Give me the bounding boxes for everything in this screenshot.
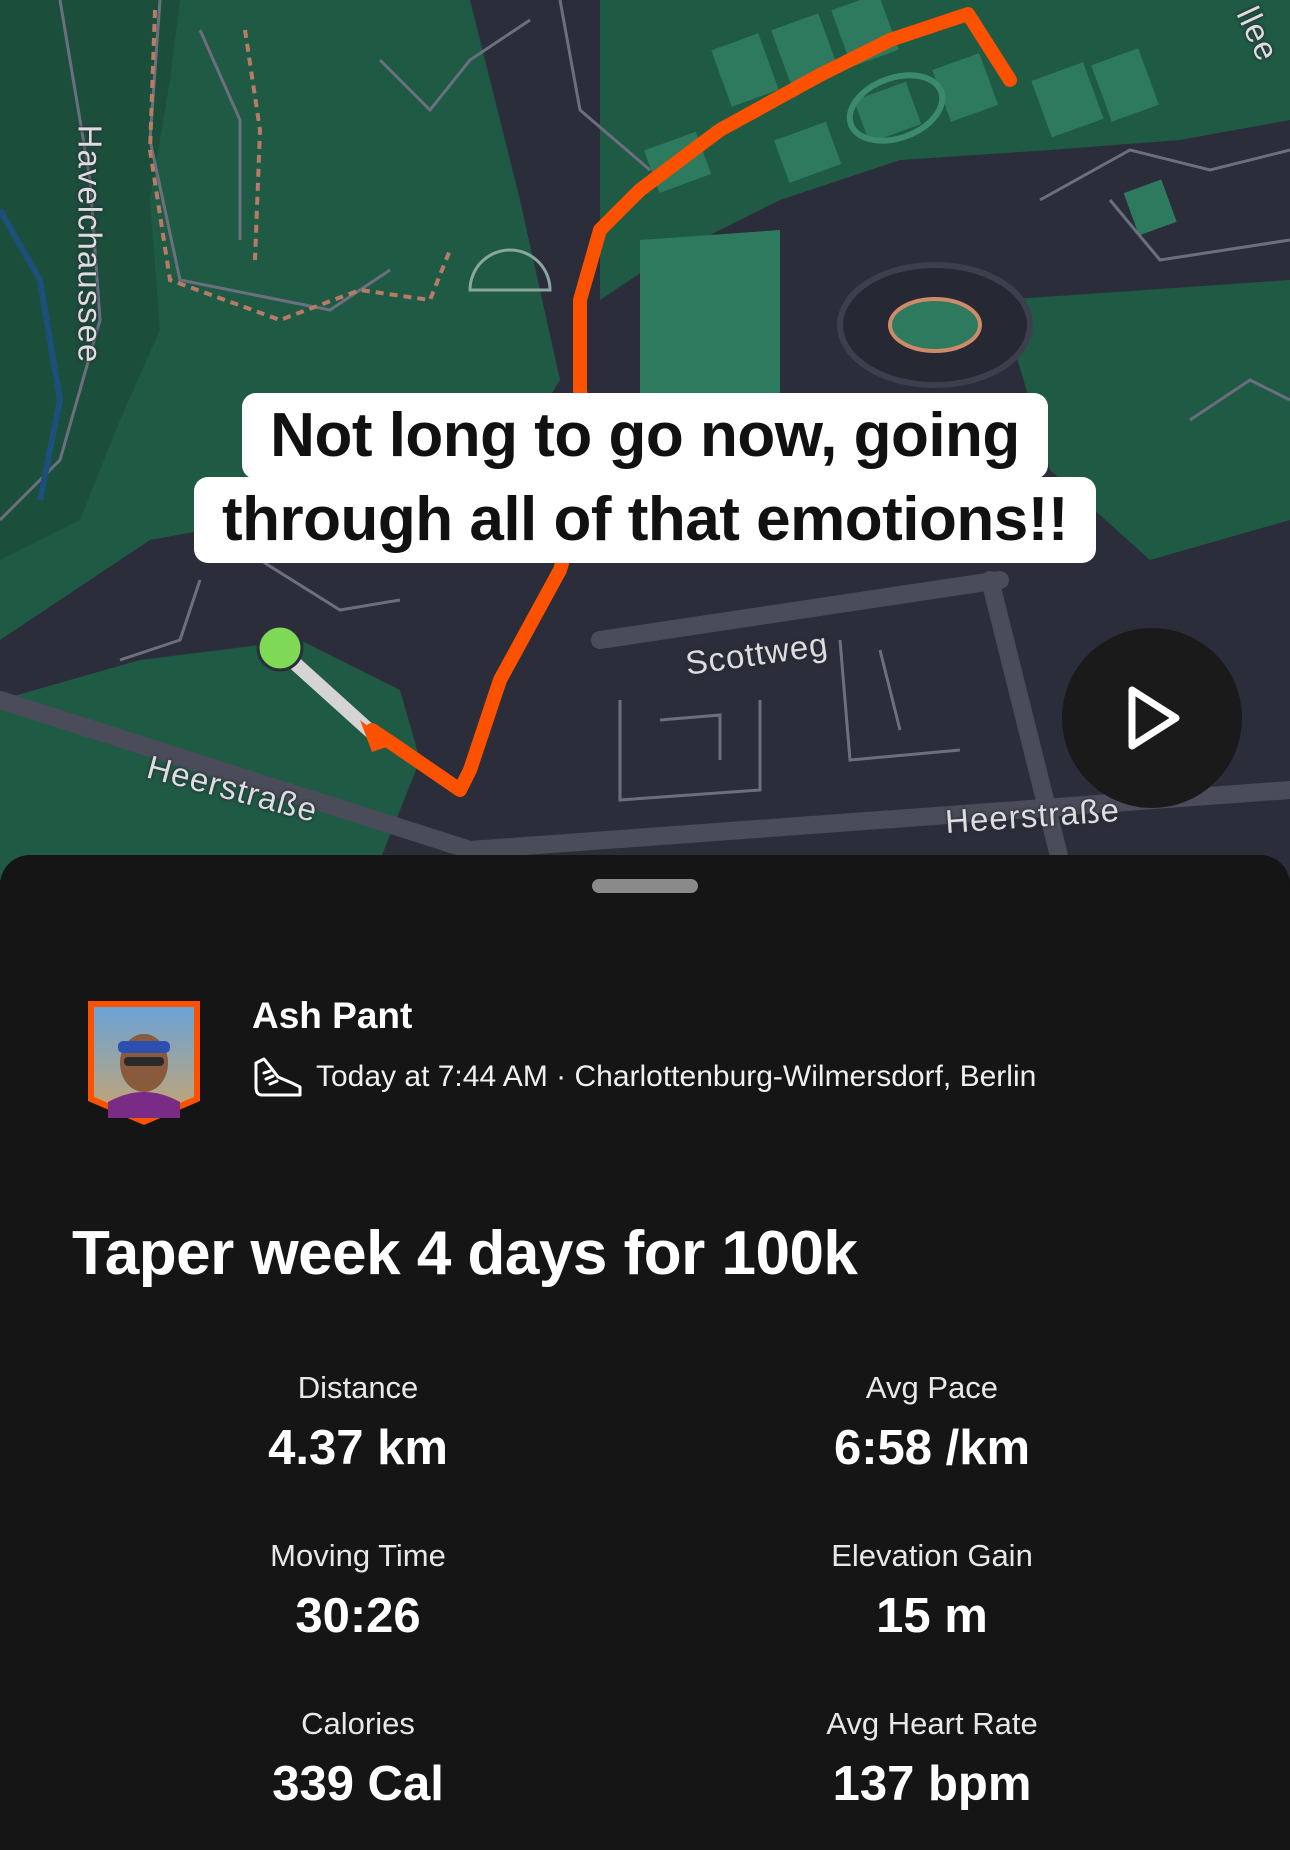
stat-elevation-gain: Elevation Gain 15 m — [652, 1538, 1212, 1644]
activity-meta: Today at 7:44 AM · Charlottenburg-Wilmer… — [252, 1055, 1036, 1099]
stat-label: Avg Pace — [865, 1370, 999, 1405]
stat-value: 137 bpm — [832, 1757, 1032, 1811]
stat-calories: Calories 339 Cal — [78, 1706, 638, 1812]
route-map[interactable]: Havelchaussee Scottweg Heerstraße Heerst… — [0, 0, 1290, 880]
athlete-name[interactable]: Ash Pant — [252, 995, 412, 1037]
stat-value: 30:26 — [295, 1589, 421, 1643]
stat-label: Elevation Gain — [831, 1538, 1033, 1573]
stat-avg-pace: Avg Pace 6:58 /km — [652, 1370, 1212, 1476]
play-icon — [1128, 686, 1180, 750]
stat-value: 15 m — [876, 1589, 988, 1643]
stat-value: 6:58 /km — [833, 1421, 1031, 1475]
street-label-havelchaussee: Havelchaussee — [71, 124, 109, 364]
stat-moving-time: Moving Time 30:26 — [78, 1538, 638, 1644]
stat-distance: Distance 4.37 km — [78, 1370, 638, 1476]
stat-label: Avg Heart Rate — [826, 1706, 1038, 1741]
stat-value: 339 Cal — [272, 1757, 444, 1811]
activity-sheet: Ash Pant Today at 7:44 AM · Charlottenbu… — [0, 855, 1290, 1850]
caption-text-1: Not long to go now, going — [242, 393, 1048, 479]
stat-label: Distance — [297, 1370, 419, 1405]
caption-line-2: through all of that emotions!! — [0, 477, 1290, 563]
stat-value: 4.37 km — [268, 1421, 448, 1475]
stat-label: Calories — [301, 1706, 415, 1741]
caption-text-2: through all of that emotions!! — [193, 477, 1096, 563]
play-button[interactable] — [1062, 628, 1242, 808]
stat-avg-heart-rate: Avg Heart Rate 137 bpm — [652, 1706, 1212, 1812]
drag-handle[interactable] — [592, 879, 698, 893]
activity-title: Taper week 4 days for 100k — [72, 1219, 858, 1288]
running-shoe-icon — [254, 1057, 302, 1097]
caption-line-1: Not long to go now, going — [0, 393, 1290, 479]
activity-time-location: Today at 7:44 AM · Charlottenburg-Wilmer… — [316, 1060, 1037, 1093]
stat-label: Moving Time — [270, 1538, 446, 1573]
avatar[interactable] — [84, 997, 204, 1129]
